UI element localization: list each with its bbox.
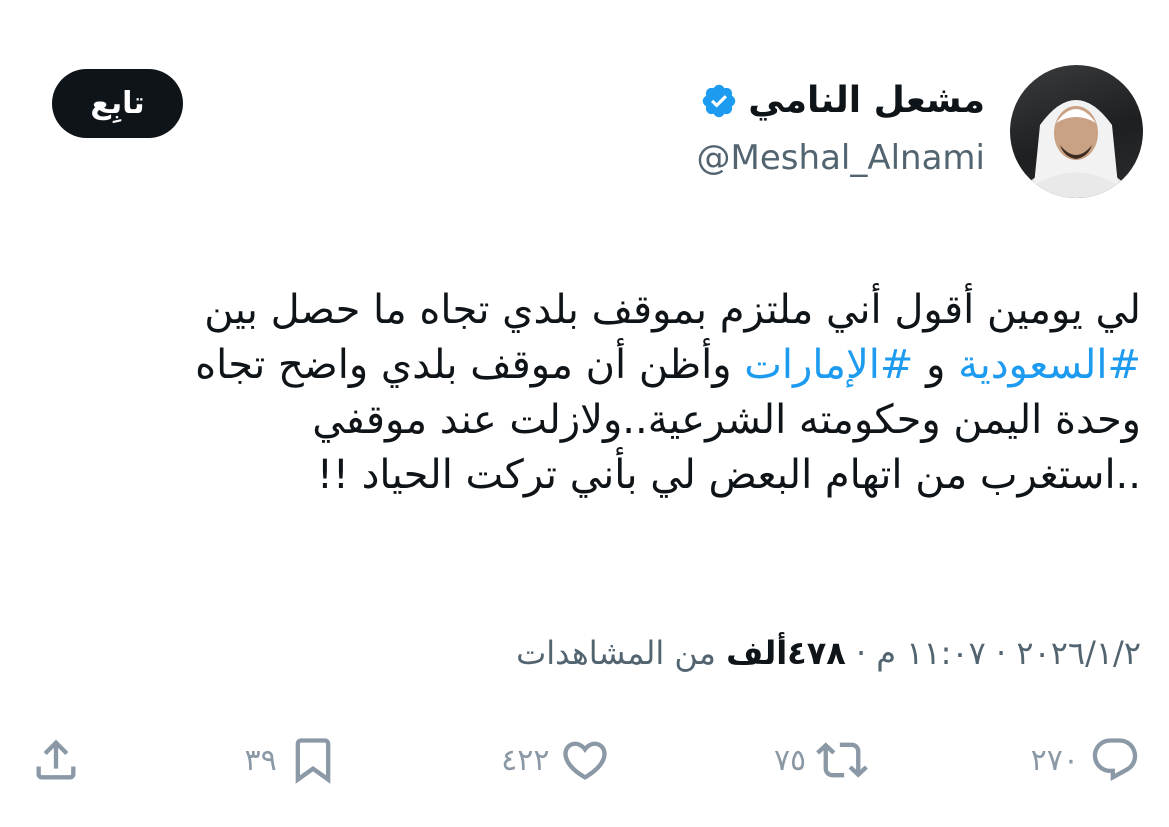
views-count: ٤٧٨ألف bbox=[726, 634, 846, 672]
author-name-row: مشعل النامي bbox=[700, 80, 985, 121]
repost-icon bbox=[816, 742, 869, 778]
tweet-date[interactable]: ٢٠٢٦/١/٢ bbox=[1016, 634, 1141, 672]
tweet-time[interactable]: ١١:٠٧ م bbox=[876, 634, 986, 672]
hashtag-link-saudi[interactable]: #السعودية bbox=[958, 342, 1141, 388]
hashtag-link-uae[interactable]: #الإمارات bbox=[744, 342, 913, 388]
bookmark-icon bbox=[295, 738, 331, 784]
meta-separator: · bbox=[985, 634, 1017, 672]
bookmark-button[interactable]: ٣٩ bbox=[244, 734, 338, 786]
avatar-image bbox=[1017, 100, 1135, 198]
reply-icon bbox=[1092, 738, 1138, 782]
heart-icon bbox=[563, 741, 608, 780]
author-display-name[interactable]: مشعل النامي bbox=[748, 80, 985, 121]
tweet-text-segment: وحدة اليمن وحكومته الشرعية..ولازلت عند م… bbox=[312, 397, 1141, 443]
tweet-text-segment: و bbox=[913, 342, 959, 388]
share-icon bbox=[36, 739, 76, 780]
tweet-line: لي يومين أقول أني ملتزم بموقف بلدي تجاه … bbox=[58, 283, 1141, 338]
verified-badge-icon bbox=[703, 84, 736, 117]
tweet-line: ..استغرب من اتهام البعض لي بأني تركت الح… bbox=[58, 448, 1141, 503]
like-count: ٤٢٢ bbox=[501, 742, 550, 778]
tweet-text-segment: وأظن أن موقف بلدي واضح تجاه bbox=[195, 342, 745, 388]
like-button[interactable]: ٤٢٢ bbox=[501, 734, 611, 786]
share-button[interactable] bbox=[30, 734, 82, 786]
repost-button[interactable]: ٧٥ bbox=[773, 734, 869, 786]
tweet-text-segment: لي يومين أقول أني ملتزم بموقف بلدي تجاه … bbox=[204, 287, 1141, 333]
tweet-text-segment: ..استغرب من اتهام البعض لي بأني تركت الح… bbox=[316, 452, 1141, 498]
follow-button[interactable]: تابِع bbox=[52, 69, 183, 138]
tweet-line: #السعودية و #الإمارات وأظن أن موقف بلدي … bbox=[58, 338, 1141, 393]
tweet-line: وحدة اليمن وحكومته الشرعية..ولازلت عند م… bbox=[58, 393, 1141, 448]
tweet-actions-bar: ٣٩ ٤٢٢ ٧٥ ٢٧٠ bbox=[30, 725, 1141, 795]
author-avatar[interactable] bbox=[1010, 65, 1143, 198]
reply-count: ٢٧٠ bbox=[1030, 742, 1079, 778]
views-label: من المشاهدات bbox=[516, 634, 727, 672]
author-handle[interactable]: @Meshal_Alnami bbox=[697, 138, 985, 178]
meta-separator: · bbox=[845, 634, 877, 672]
tweet-metadata: ٢٠٢٦/١/٢ · ١١:٠٧ م · ٤٧٨ألف من المشاهدات bbox=[516, 634, 1141, 672]
repost-count: ٧٥ bbox=[773, 742, 807, 778]
bookmark-count: ٣٩ bbox=[244, 742, 277, 778]
tweet-text: لي يومين أقول أني ملتزم بموقف بلدي تجاه … bbox=[58, 283, 1141, 503]
reply-button[interactable]: ٢٧٠ bbox=[1031, 734, 1141, 786]
